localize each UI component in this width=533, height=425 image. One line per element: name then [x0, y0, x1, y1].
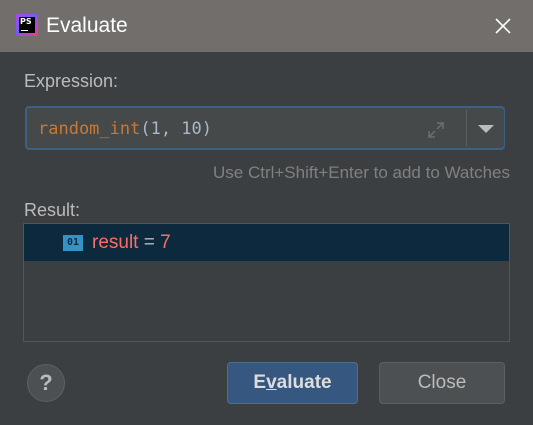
title-bar: PS Evaluate	[0, 0, 533, 52]
app-icon-text: PS	[20, 17, 32, 26]
dialog-title: Evaluate	[46, 14, 128, 37]
result-label: Result:	[24, 200, 81, 220]
chevron-down-icon	[478, 125, 494, 133]
phpstorm-logo-icon: PS	[16, 14, 38, 36]
evaluate-label-end: aluate	[276, 372, 332, 393]
expression-history-dropdown[interactable]	[466, 110, 504, 146]
result-equals: =	[143, 232, 155, 253]
expand-icon[interactable]	[426, 120, 446, 140]
close-icon[interactable]	[493, 16, 513, 36]
watches-hint: Use Ctrl+Shift+Enter to add to Watches	[212, 163, 510, 182]
evaluate-label-start: E	[253, 372, 267, 393]
result-value: 7	[160, 232, 171, 253]
close-button[interactable]: Close	[379, 362, 505, 404]
expression-function: random_int	[38, 119, 141, 139]
expression-label: Expression:	[24, 71, 119, 91]
help-button[interactable]: ?	[27, 364, 65, 402]
result-tree[interactable]: 01 result = 7	[23, 223, 510, 342]
expression-args: (1, 10)	[140, 119, 213, 139]
expression-input[interactable]: random_int(1, 10)	[29, 110, 464, 146]
evaluate-button[interactable]: Evaluate	[227, 362, 358, 404]
integer-type-icon: 01	[63, 235, 83, 251]
result-entry: result = 7	[92, 232, 171, 254]
expression-combo[interactable]: random_int(1, 10)	[25, 106, 505, 150]
result-variable-name: result	[92, 232, 139, 253]
expression-code: random_int(1, 10)	[38, 119, 212, 139]
evaluate-label-mnemonic: v	[266, 372, 277, 393]
result-row[interactable]: 01 result = 7	[24, 224, 509, 261]
